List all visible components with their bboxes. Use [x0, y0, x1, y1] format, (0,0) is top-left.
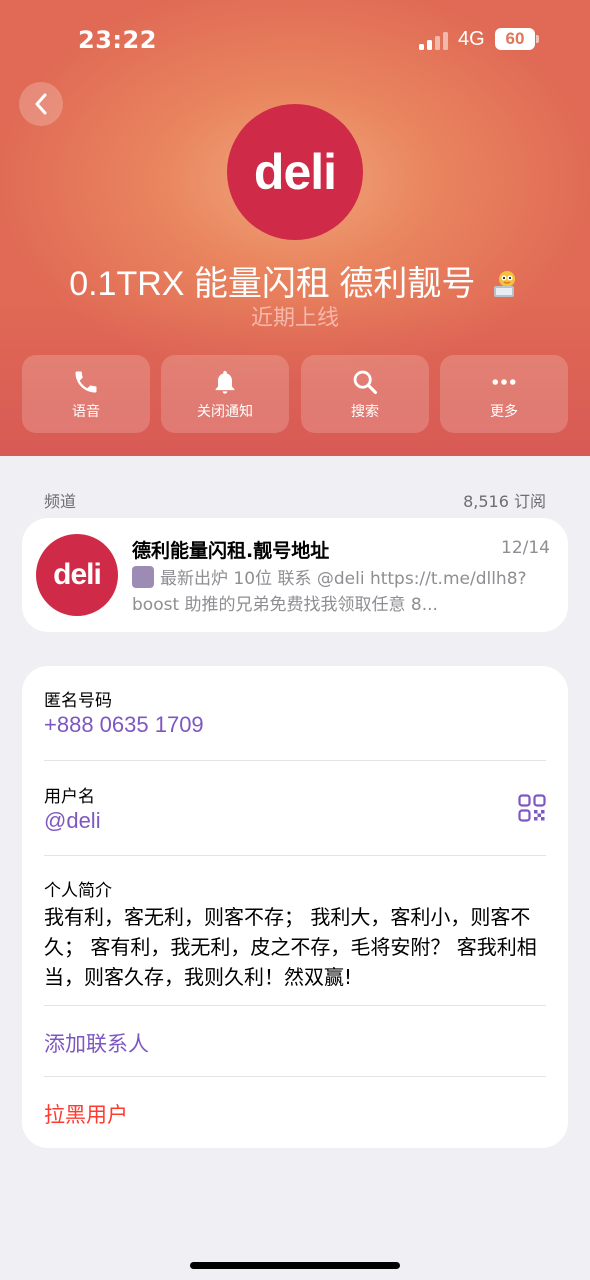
search-label: 搜索 — [351, 404, 379, 420]
status-bar: 23:22 4G 60 — [0, 0, 590, 80]
subscriber-count: 8,516 订阅 — [463, 492, 546, 511]
divider — [44, 760, 546, 761]
channel-avatar[interactable]: deli — [227, 104, 363, 240]
network-type: 4G — [458, 28, 485, 50]
channel-title-text: 0.1TRX 能量闪租 德利靓号 — [69, 265, 476, 303]
bio-label: 个人简介 — [44, 881, 112, 901]
channel-status: 近期上线 — [250, 306, 339, 331]
phone-label: 匿名号码 — [44, 691, 112, 711]
mute-button[interactable]: 关闭通知 — [161, 355, 289, 433]
more-icon — [489, 367, 519, 397]
battery-icon: 60 — [495, 28, 539, 50]
bell-icon — [210, 367, 240, 397]
action-bar: 语音 关闭通知 搜索 更多 — [22, 355, 568, 433]
linked-channel-title: 德利能量闪租.靓号地址 — [132, 540, 330, 562]
more-label: 更多 — [490, 404, 518, 420]
more-button[interactable]: 更多 — [440, 355, 568, 433]
mute-label: 关闭通知 — [197, 404, 253, 420]
add-contact-button[interactable]: 添加联系人 — [44, 1028, 149, 1058]
signal-icon — [419, 30, 449, 50]
search-button[interactable]: 搜索 — [301, 355, 429, 433]
back-button[interactable] — [19, 82, 63, 126]
linked-channel-preview: 最新出炉 10位 联系 @deli https://t.me/dllh8?boo… — [132, 566, 548, 618]
linked-channel-avatar: deli — [36, 534, 118, 616]
battery-level: 60 — [505, 29, 525, 48]
duck-laptop-emoji-icon — [491, 268, 521, 298]
phone-icon — [71, 367, 101, 397]
divider — [44, 855, 546, 856]
status-time: 23:22 — [78, 26, 157, 54]
avatar-logo-text: deli — [253, 144, 337, 200]
linked-channel-preview-text: 最新出炉 10位 联系 @deli https://t.me/dllh8?boo… — [132, 569, 527, 615]
chevron-left-icon — [35, 93, 47, 115]
home-indicator[interactable] — [190, 1262, 400, 1269]
channel-title: 0.1TRX 能量闪租 德利靓号 — [0, 256, 590, 305]
linked-channel-avatar-text: deli — [53, 558, 102, 591]
bio-text: 我有利，客无利，则客不存； 我利大，客利小，则客不久； 客有利，我无利，皮之不存… — [44, 905, 537, 989]
username-label: 用户名 — [44, 787, 95, 807]
search-icon — [350, 367, 380, 397]
purple-square-icon — [132, 566, 154, 588]
call-button[interactable]: 语音 — [22, 355, 150, 433]
linked-channel-date: 12/14 — [501, 538, 550, 558]
qr-code-icon[interactable] — [518, 794, 546, 822]
block-user-button[interactable]: 拉黑用户 — [44, 1099, 128, 1129]
divider — [44, 1076, 546, 1077]
info-card: 匿名号码 +888 0635 1709 用户名 @deli 个人简介 我有利，客… — [22, 666, 568, 1148]
username-value[interactable]: @deli — [44, 808, 101, 834]
divider — [44, 1005, 546, 1006]
channel-section-label: 频道 — [44, 492, 77, 511]
call-label: 语音 — [72, 404, 100, 420]
phone-value[interactable]: +888 0635 1709 — [44, 712, 204, 738]
linked-channel-card[interactable]: deli 德利能量闪租.靓号地址 12/14 最新出炉 10位 联系 @deli… — [22, 518, 568, 632]
